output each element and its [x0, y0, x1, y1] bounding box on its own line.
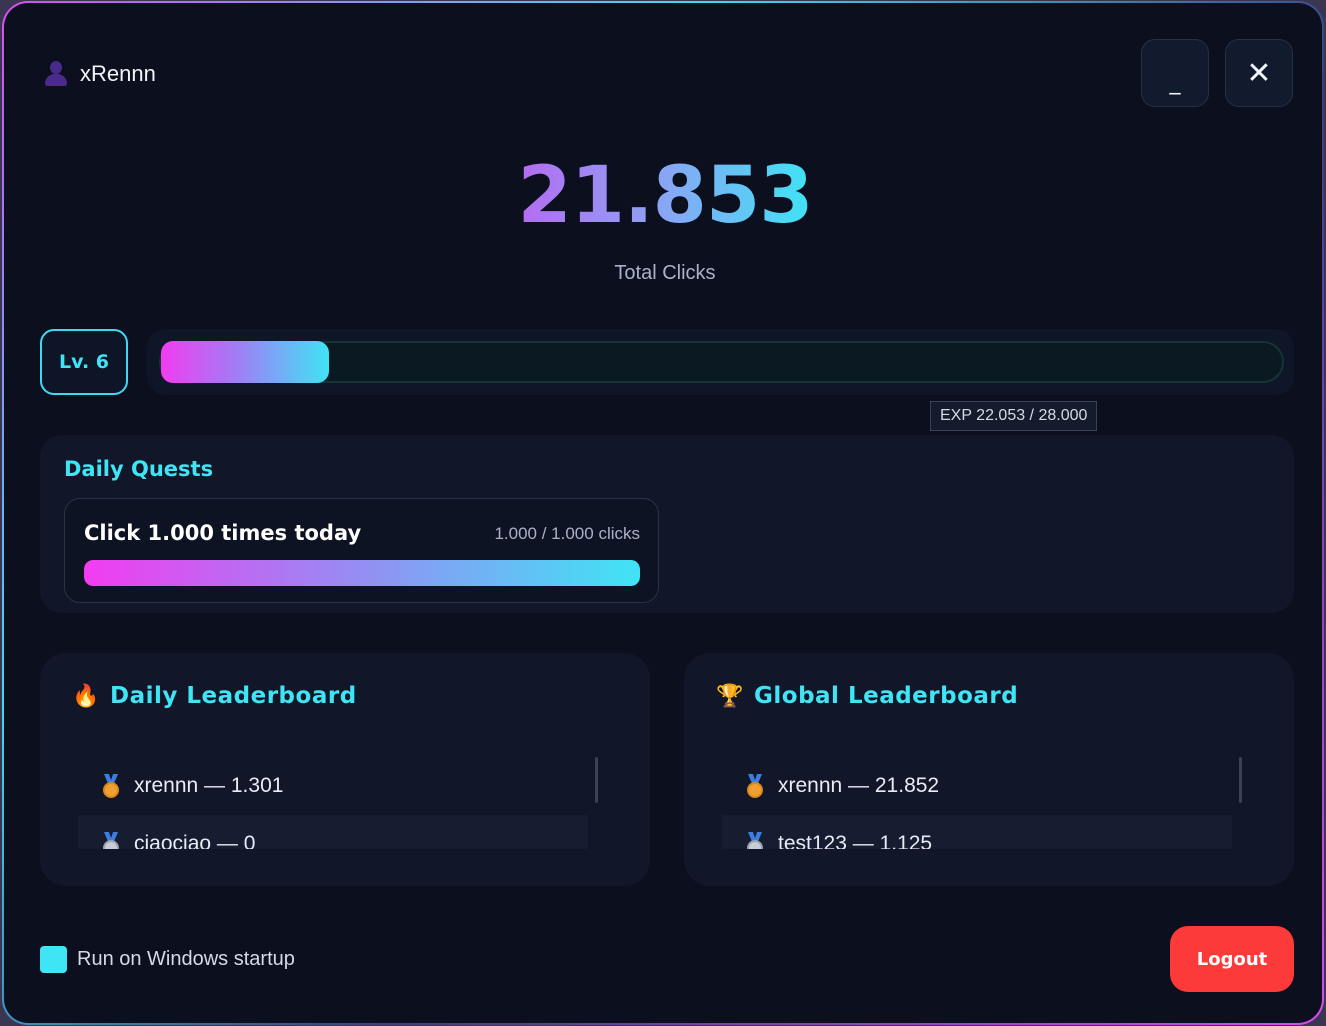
exp-tooltip: EXP 22.053 / 28.000	[930, 401, 1098, 431]
total-clicks-value: 21.853	[4, 151, 1322, 241]
exp-bar-container	[147, 329, 1294, 395]
user-info: xRennn	[44, 61, 156, 87]
gold-medal-icon	[744, 774, 766, 798]
quest-item: Click 1.000 times today 1.000 / 1.000 cl…	[64, 498, 659, 603]
daily-quests-card: Daily Quests Click 1.000 times today 1.0…	[40, 435, 1294, 613]
user-icon	[44, 61, 68, 87]
trophy-icon: 🏆	[716, 683, 744, 709]
daily-leaderboard-title: Daily Leaderboard	[110, 683, 357, 709]
leaderboard-entry: ciaociao — 0	[134, 832, 256, 849]
leaderboard-row: ciaociao — 0	[78, 815, 588, 849]
quest-count: 1.000 / 1.000 clicks	[494, 524, 640, 543]
leaderboard-entry: xrennn — 21.852	[778, 774, 940, 797]
global-leaderboard-list[interactable]: xrennn — 21.852 test123 — 1.125	[722, 757, 1242, 849]
exp-bar-fill	[161, 341, 330, 383]
app-window: xRennn _ ✕ 21.853 Total Clicks Lv. 6 EXP…	[2, 1, 1324, 1025]
startup-label[interactable]: Run on Windows startup	[77, 948, 295, 971]
daily-leaderboard-list[interactable]: xrennn — 1.301 ciaociao — 0	[78, 757, 598, 849]
level-badge: Lv. 6	[40, 329, 128, 395]
silver-medal-icon	[744, 832, 766, 849]
quest-name: Click 1.000 times today	[84, 521, 362, 545]
minimize-button[interactable]: _	[1141, 39, 1209, 107]
scrollbar[interactable]	[595, 757, 598, 803]
silver-medal-icon	[100, 832, 122, 849]
global-leaderboard-header: 🏆 Global Leaderboard	[716, 683, 1018, 709]
quest-progress-fill	[84, 560, 640, 586]
gold-medal-icon	[100, 774, 122, 798]
leaderboard-entry: test123 — 1.125	[778, 832, 933, 849]
fire-icon: 🔥	[72, 683, 100, 709]
close-icon: ✕	[1246, 55, 1272, 91]
startup-option[interactable]: Run on Windows startup	[40, 946, 295, 973]
total-clicks-label: Total Clicks	[614, 262, 716, 284]
user-name: xRennn	[80, 61, 156, 86]
daily-leaderboard-card: 🔥 Daily Leaderboard xrennn — 1.301 ciaoc…	[40, 653, 650, 886]
global-leaderboard-title: Global Leaderboard	[754, 683, 1019, 709]
leaderboard-row: xrennn — 1.301	[78, 757, 598, 815]
leaderboard-entry: xrennn — 1.301	[134, 774, 284, 797]
daily-quests-title: Daily Quests	[64, 457, 214, 481]
leaderboard-row: test123 — 1.125	[722, 815, 1232, 849]
close-button[interactable]: ✕	[1225, 39, 1293, 107]
logout-button[interactable]: Logout	[1170, 926, 1294, 992]
leaderboard-row: xrennn — 21.852	[722, 757, 1242, 815]
global-leaderboard-card: 🏆 Global Leaderboard xrennn — 21.852 tes…	[684, 653, 1294, 886]
quest-progress-bar	[84, 560, 640, 586]
scrollbar[interactable]	[1239, 757, 1242, 803]
exp-bar-track	[159, 341, 1284, 383]
daily-leaderboard-header: 🔥 Daily Leaderboard	[72, 683, 357, 709]
startup-checkbox[interactable]	[40, 946, 67, 973]
minimize-icon: _	[1169, 69, 1181, 95]
total-clicks-number: 21.853	[517, 151, 814, 241]
